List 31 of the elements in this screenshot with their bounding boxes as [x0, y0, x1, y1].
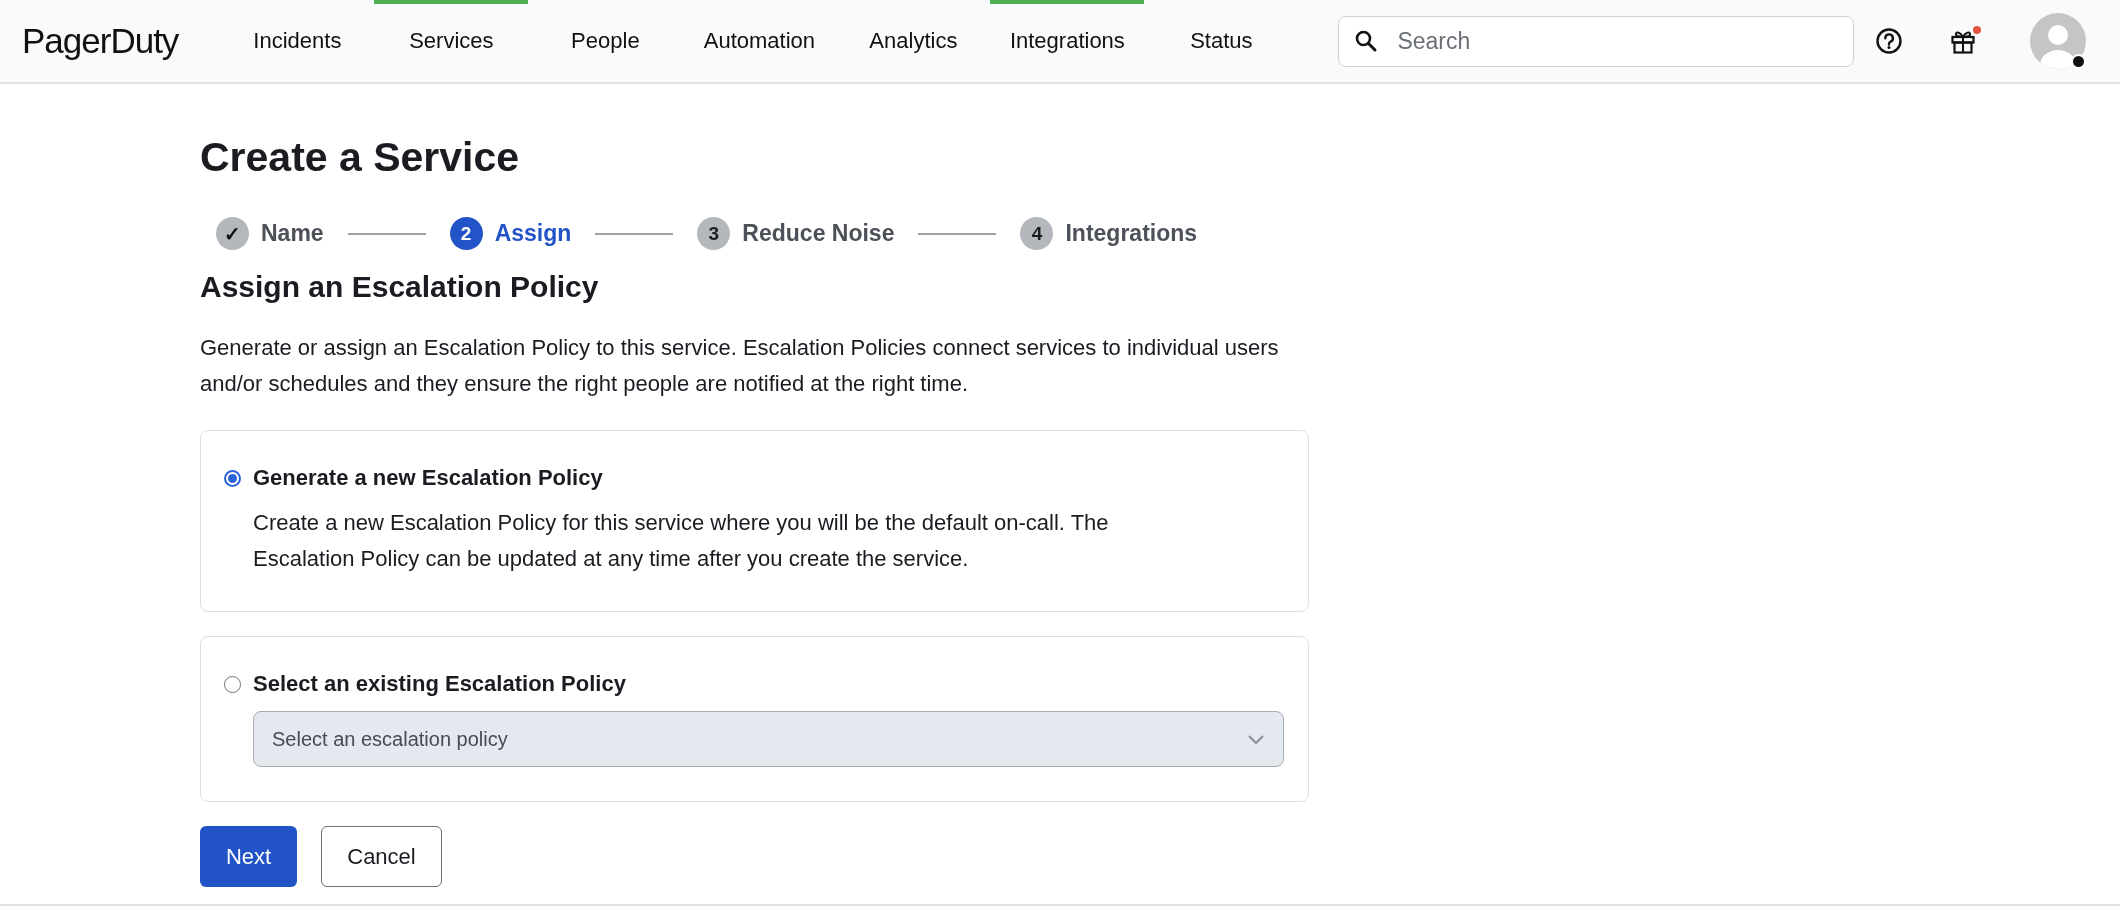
nav-item[interactable]: Status	[1144, 0, 1299, 82]
next-button[interactable]: Next	[200, 826, 297, 887]
option-label: Select an existing Escalation Policy	[253, 671, 626, 697]
step-tab[interactable]: 2 Assign	[449, 217, 572, 250]
gift-icon[interactable]	[1950, 25, 1982, 57]
cancel-button[interactable]: Cancel	[321, 826, 442, 887]
step-tab[interactable]: 3 Reduce Noise	[697, 217, 895, 250]
nav-item[interactable]: Automation	[682, 0, 837, 82]
step-tab[interactable]: 4 Integrations	[1020, 217, 1198, 250]
option-description: Create a new Escalation Policy for this service where you will be the default on-call. The Escalation Policy can be updated at any time after you create the service.	[253, 509, 1110, 573]
check-icon: ✓	[216, 217, 249, 250]
search-icon	[1354, 28, 1379, 53]
search-field[interactable]: Search	[1338, 15, 1855, 67]
step-tab[interactable]: ✓ Name	[216, 217, 324, 250]
nav-item[interactable]: Incidents	[220, 0, 375, 82]
nav-item[interactable]: Analytics	[836, 0, 991, 82]
help-icon[interactable]	[1876, 28, 1902, 54]
logo[interactable]: PagerDuty	[22, 21, 179, 61]
radio-button[interactable]	[224, 469, 241, 487]
nav-item[interactable]: Services	[374, 0, 529, 82]
step-number: 2	[449, 217, 483, 250]
section-description: Generate or assign an Escalation Policy to this service. Escalation Policies connect services to individual users and/or schedules and they ensure the right people are notified at the right time.	[200, 334, 1280, 398]
section-heading: Assign an Escalation Policy	[200, 270, 600, 304]
step-number: 3	[697, 217, 731, 250]
option-label: Generate a new Escalation Policy	[253, 465, 603, 491]
nav-item[interactable]: Integrations	[990, 0, 1145, 82]
avatar[interactable]	[2030, 13, 2086, 69]
chevron-down-icon	[1247, 733, 1265, 745]
nav-item[interactable]: People	[528, 0, 683, 82]
page-title: Create a Service	[200, 134, 521, 181]
step-number: 4	[1020, 217, 1054, 250]
